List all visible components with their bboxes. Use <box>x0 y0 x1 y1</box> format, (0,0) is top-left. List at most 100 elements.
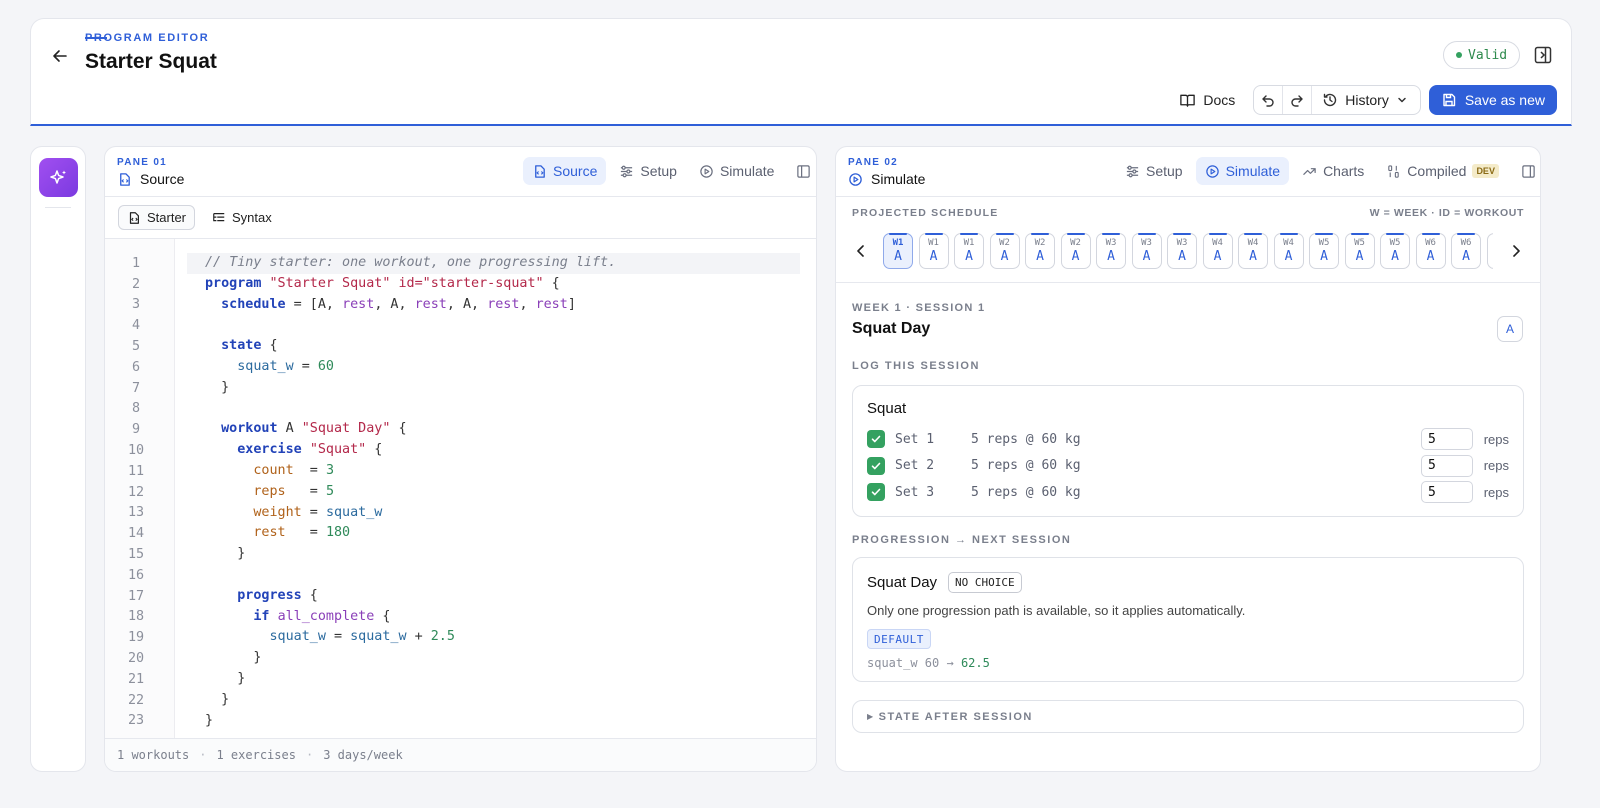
code-line[interactable]: 4 <box>105 315 800 336</box>
schedule-session-chip[interactable]: W6 A <box>1415 233 1446 269</box>
code-line[interactable]: 16 <box>105 565 800 586</box>
schedule-session-chip[interactable]: W6 A <box>1451 233 1481 269</box>
code-line[interactable]: 5 state { <box>105 336 800 357</box>
code-line[interactable]: 6 squat_w = 60 <box>105 357 800 378</box>
workout-id-badge: A <box>1497 316 1523 342</box>
tab-label: Setup <box>1146 163 1183 179</box>
code-line[interactable]: 22 } <box>105 690 800 711</box>
reps-input[interactable]: 5 <box>1421 454 1473 477</box>
schedule-session-chip[interactable]: W1 A <box>918 233 949 269</box>
tab-setup[interactable]: Setup <box>610 157 686 185</box>
tab-source[interactable]: Source <box>523 157 607 185</box>
code-token: "Squat" <box>309 442 367 458</box>
redo-button[interactable] <box>1283 86 1313 114</box>
schedule-session-chip[interactable]: W2 A <box>1060 233 1091 269</box>
play-circle-icon <box>1205 164 1219 178</box>
back-button[interactable] <box>47 43 73 69</box>
arrow-left-icon <box>53 50 67 62</box>
code-line[interactable]: 2 program "Starter Squat" id="starter-squ… <box>105 274 800 295</box>
code-line[interactable]: 19 squat_w = squat_w + 2.5 <box>105 627 800 648</box>
tab-charts[interactable]: Charts <box>1293 157 1373 185</box>
schedule-session-chip[interactable]: W1 A <box>954 233 984 269</box>
code-line[interactable]: 3 schedule = [A, rest, A, rest, A, rest,… <box>105 295 800 316</box>
tab-setup[interactable]: Setup <box>1116 157 1192 185</box>
status-text: Valid <box>1468 47 1508 63</box>
code-token: rest <box>253 525 286 541</box>
reps-input[interactable]: 5 <box>1421 428 1473 450</box>
schedule-session-chip[interactable]: W5 A <box>1380 233 1410 269</box>
schedule-session-chip[interactable]: W5 A <box>1309 233 1339 269</box>
code-line[interactable]: 20 } <box>105 648 800 669</box>
book-icon <box>1180 94 1196 107</box>
code-line[interactable]: 17 progress { <box>105 586 800 607</box>
tab-compiled[interactable]: Compiled DEV <box>1377 157 1508 185</box>
code-editor[interactable]: 1 // Tiny starter: one workout, one progr… <box>105 239 816 738</box>
code-line[interactable]: 15 } <box>105 544 800 565</box>
line-number: 4 <box>131 318 141 334</box>
workout-id: A <box>1249 249 1257 264</box>
code-line[interactable]: 21 } <box>105 669 800 690</box>
schedule-session-chip[interactable]: W2 A <box>1025 233 1055 269</box>
code-token: squat_w <box>237 359 294 374</box>
schedule-session-chip[interactable]: W3 A <box>1131 233 1162 269</box>
code-line[interactable]: 10 exercise "Squat" { <box>105 440 800 461</box>
code-line[interactable]: 11 count = 3 <box>105 461 800 482</box>
schedule-session-chip[interactable]: W3 A <box>1167 233 1197 269</box>
schedule-session-chip[interactable]: W4 A <box>1238 233 1268 269</box>
schedule-session-chip[interactable]: W4 A <box>1273 233 1304 269</box>
set-checkbox[interactable] <box>867 483 885 501</box>
schedule-session-chip[interactable]: W3 A <box>1096 233 1126 269</box>
code-line[interactable]: 9 workout A "Squat Day" { <box>105 419 800 440</box>
code-line[interactable]: 12 reps = 5 <box>105 482 800 503</box>
schedule-session-chip[interactable]: W5 A <box>1344 233 1375 269</box>
line-number: 17 <box>127 588 145 604</box>
set-desc: 5 reps @ 60 kg <box>971 484 1081 500</box>
code-text: } <box>187 544 800 565</box>
editor-header: PROGRAM EDITOR Starter Squat Valid Docs … <box>30 18 1572 126</box>
code-line[interactable]: 8 <box>105 399 800 420</box>
set-checkbox[interactable] <box>867 456 885 475</box>
tab-simulate[interactable]: Simulate <box>690 157 783 185</box>
panel-toggle-icon[interactable] <box>1533 45 1553 65</box>
undo-button[interactable] <box>1254 86 1284 114</box>
schedule-session-chip[interactable]: W1 A <box>883 233 913 269</box>
set-name: Set 3 <box>895 484 935 500</box>
tab-simulate[interactable]: Simulate <box>1195 157 1290 185</box>
collapse-pane-button[interactable] <box>1512 157 1540 185</box>
set-checkbox[interactable] <box>867 430 885 448</box>
footer-separator: · <box>199 748 207 762</box>
code-line[interactable]: 13 weight = squat_w <box>105 503 800 524</box>
starter-button[interactable]: Starter <box>118 205 196 230</box>
schedule-session-chip[interactable]: W2 A <box>989 233 1020 269</box>
week-label: W2 <box>1034 238 1046 248</box>
chevron-right-icon[interactable] <box>1508 243 1524 259</box>
state-after-session-toggle[interactable]: ▶ STATE AFTER SESSION <box>852 700 1524 733</box>
docs-button[interactable]: Docs <box>1169 85 1245 115</box>
syntax-button[interactable]: Syntax <box>204 205 280 230</box>
code-line[interactable]: 1 // Tiny starter: one workout, one progr… <box>105 253 800 274</box>
code-line[interactable]: 7 } <box>105 378 800 399</box>
pane-name-text: Simulate <box>871 171 926 187</box>
code-token: } <box>205 671 246 686</box>
reps-input[interactable]: 5 <box>1421 481 1473 503</box>
line-number: 6 <box>131 359 141 375</box>
save-as-new-button[interactable]: Save as new <box>1428 85 1557 115</box>
code-line[interactable]: 23} <box>105 711 800 732</box>
panel-left-icon <box>797 164 811 178</box>
schedule-session-chip-partial[interactable] <box>1486 233 1493 269</box>
ai-assistant-button[interactable] <box>39 158 78 197</box>
collapse-pane-button[interactable] <box>787 157 816 185</box>
code-text: if all_complete { <box>187 607 800 628</box>
line-number: 16 <box>127 567 145 583</box>
code-line[interactable]: 18 if all_complete { <box>105 607 800 628</box>
chevron-left-icon[interactable] <box>853 243 869 259</box>
code-token: squat_w <box>325 504 383 520</box>
history-dropdown[interactable]: History <box>1312 86 1420 114</box>
schedule-session-chip[interactable]: W4 A <box>1202 233 1233 269</box>
code-line[interactable]: 14 rest = 180 <box>105 523 800 544</box>
